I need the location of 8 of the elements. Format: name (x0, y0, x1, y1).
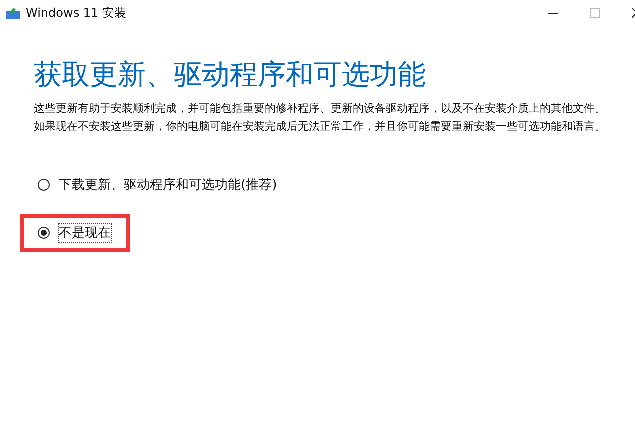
description-text: 这些更新有助于安装顺利完成，并可能包括重要的修补程序、更新的设备驱动程序，以及不在安装介质上的其他文件。如果现在不安装这些更新，你的电脑可能在安装完成后无法正常工作，并且你可能需要重新安装一些可选功能和语言。 (34, 101, 607, 135)
page-heading: 获取更新、驱动程序和可选功能 (34, 57, 427, 93)
radio-button[interactable] (38, 179, 50, 191)
option-label[interactable]: 下载更新、驱动程序和可选功能(推荐) (58, 175, 278, 195)
radio-button[interactable] (38, 227, 50, 239)
window-title: Windows 11 安装 (26, 4, 126, 22)
option-label[interactable]: 不是现在 (58, 223, 112, 243)
installer-icon (6, 7, 20, 19)
